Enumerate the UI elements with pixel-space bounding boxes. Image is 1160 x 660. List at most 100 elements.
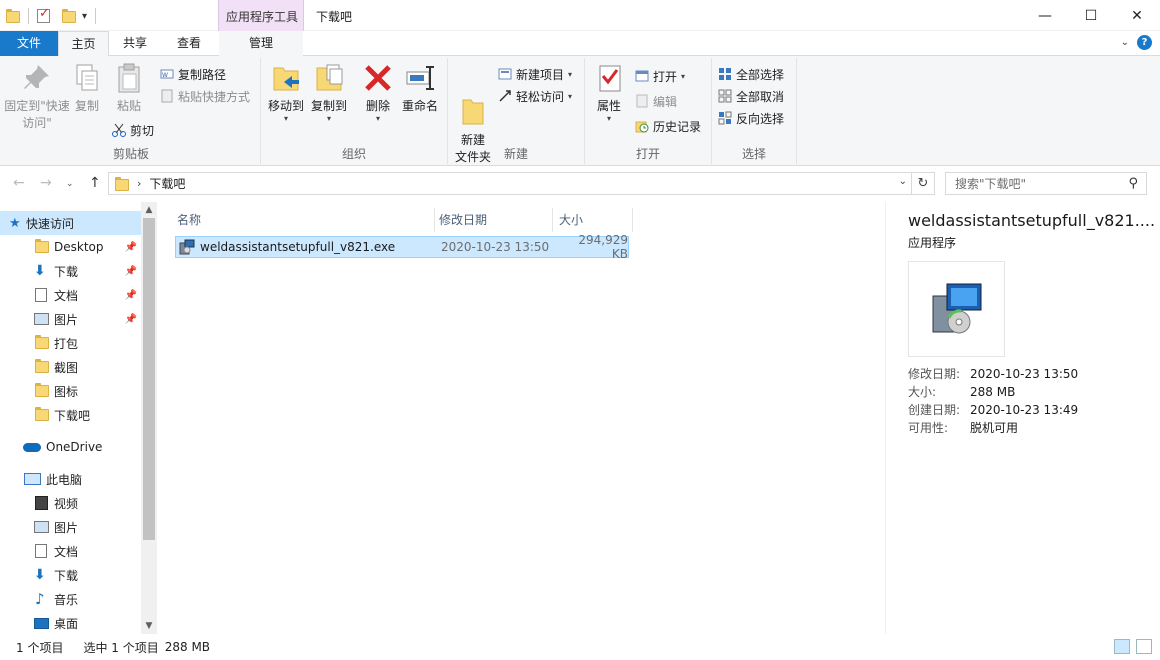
table-row[interactable]: weldassistantsetupfull_v821.exe 2020-10-… [175,236,629,258]
nav-item-label: 文档 [54,543,78,560]
properties-button[interactable]: 属性 ▾ [591,62,627,123]
nav-item-xiazaiba[interactable]: 下载吧 [0,403,141,427]
folder-icon[interactable] [6,11,20,23]
open-button[interactable]: 打开 ▾ [635,66,685,86]
edit-icon [635,94,649,108]
pin-quick-access-button[interactable]: 固定到"快速访问" [4,62,70,132]
nav-item-pictures[interactable]: 图片 📌 [0,307,141,331]
nav-pc-downloads[interactable]: ⬇ 下载 [0,563,141,587]
nav-this-pc[interactable]: 此电脑 [0,467,141,491]
easy-access-button[interactable]: 轻松访问 ▾ [498,86,572,106]
folder-icon [35,385,49,397]
nav-item-dabao[interactable]: 打包 [0,331,141,355]
help-icon[interactable]: ? [1137,35,1152,50]
recent-locations-icon[interactable]: ⌄ [66,179,74,189]
cloud-icon [23,443,41,452]
search-icon[interactable]: ⚲ [1128,176,1138,191]
nav-pc-pictures[interactable]: 图片 [0,515,141,539]
new-folder-button[interactable]: 新建 文件夹 [452,62,494,183]
properties-check-icon [593,62,625,94]
address-path[interactable]: 下载吧 [149,175,185,192]
delete-x-icon [362,62,394,94]
properties-icon[interactable] [37,9,50,23]
tab-manage[interactable]: 管理 [219,31,303,56]
move-to-label: 移动到 [265,98,307,115]
document-icon [35,544,47,558]
up-arrow-icon[interactable]: ↑ [89,175,101,191]
tab-view[interactable]: 查看 [164,31,214,56]
minimize-button[interactable]: — [1022,0,1068,31]
column-header-name[interactable]: 名称 [171,208,435,232]
chevron-right-icon[interactable]: › [137,177,141,190]
folder-icon [35,337,49,349]
folder-icon [35,409,49,421]
details-view-icon[interactable] [1114,639,1130,654]
delete-button[interactable]: 删除 ▾ [361,62,395,123]
copy-label: 复制 [68,98,106,115]
nav-quick-access[interactable]: ★ 快速访问 [0,211,141,235]
new-item-icon [498,67,512,81]
move-to-button[interactable]: 移动到 ▾ [265,62,307,123]
scrollbar-thumb[interactable] [143,218,155,540]
history-button[interactable]: 历史记录 [635,116,701,136]
download-arrow-icon: ⬇ [34,263,46,279]
invert-selection-label: 反向选择 [736,110,784,127]
copy-to-label: 复制到 [308,98,350,115]
maximize-button[interactable]: ☐ [1068,0,1114,31]
search-input[interactable]: 搜索"下载吧" ⚲ [945,172,1147,195]
edit-button[interactable]: 编辑 [635,91,677,111]
tab-share[interactable]: 共享 [112,31,158,56]
edit-label: 编辑 [653,93,677,110]
scroll-down-icon[interactable]: ▼ [141,621,157,631]
new-folder-icon[interactable] [62,11,76,23]
copy-path-button[interactable]: W 复制路径 [160,64,226,84]
ribbon-help-area: ⌄ ? [1121,35,1152,50]
pictures-icon [34,313,49,325]
scroll-up-icon[interactable]: ▲ [141,205,157,215]
rename-icon [404,62,436,94]
nav-pc-videos[interactable]: 视频 [0,491,141,515]
large-icons-view-icon[interactable] [1136,639,1152,654]
group-organize: 移动到 ▾ 复制到 ▾ 删除 ▾ 重命名 组织 [261,58,448,164]
cut-button[interactable]: 剪切 [112,120,154,140]
column-header-size[interactable]: 大小 [553,208,633,232]
nav-pc-documents[interactable]: 文档 [0,539,141,563]
nav-item-documents[interactable]: 文档 📌 [0,283,141,307]
copy-to-button[interactable]: 复制到 ▾ [308,62,350,123]
select-all-button[interactable]: 全部选择 [718,64,784,84]
tab-file[interactable]: 文件 [0,31,58,56]
nav-item-desktop[interactable]: Desktop 📌 [0,235,141,259]
select-none-button[interactable]: 全部取消 [718,86,784,106]
tab-home[interactable]: 主页 [58,31,109,57]
close-button[interactable]: ✕ [1114,0,1160,31]
rename-button[interactable]: 重命名 [399,62,441,115]
nav-item-screenshots[interactable]: 截图 [0,355,141,379]
forward-arrow-icon[interactable]: → [40,175,52,191]
nav-pc-music[interactable]: ♪ 音乐 [0,587,141,611]
address-input[interactable]: › 下载吧 ⌄ [108,172,912,195]
invert-selection-button[interactable]: 反向选择 [718,108,784,128]
refresh-button[interactable]: ↻ [912,172,935,195]
paste-shortcut-button[interactable]: 粘贴快捷方式 [160,86,250,106]
nav-item-label: 音乐 [54,591,78,608]
paste-button[interactable]: 粘贴 [110,62,148,115]
nav-item-icons[interactable]: 图标 [0,379,141,403]
back-arrow-icon[interactable]: ← [13,175,25,191]
address-dropdown-icon[interactable]: ⌄ [899,176,907,187]
nav-onedrive[interactable]: OneDrive [0,435,141,459]
column-header-modified[interactable]: 修改日期 [433,208,553,232]
details-thumbnail [908,261,1005,357]
pin-icon: 📌 [125,242,137,253]
expand-ribbon-icon[interactable]: ⌄ [1121,37,1129,48]
history-clock-icon [635,119,649,133]
paste-icon [113,62,145,94]
copy-button[interactable]: 复制 [68,62,106,115]
new-folder-icon [457,79,489,111]
download-arrow-icon: ⬇ [34,567,46,583]
new-item-button[interactable]: 新建项目 ▾ [498,64,572,84]
nav-scrollbar[interactable]: ▲ ▼ [141,202,157,634]
search-placeholder: 搜索"下载吧" [955,175,1026,192]
nav-item-downloads[interactable]: ⬇ 下载 📌 [0,259,141,283]
nav-pc-desktop[interactable]: 桌面 [0,611,141,635]
customize-qat-icon[interactable]: ▾ [82,11,87,22]
